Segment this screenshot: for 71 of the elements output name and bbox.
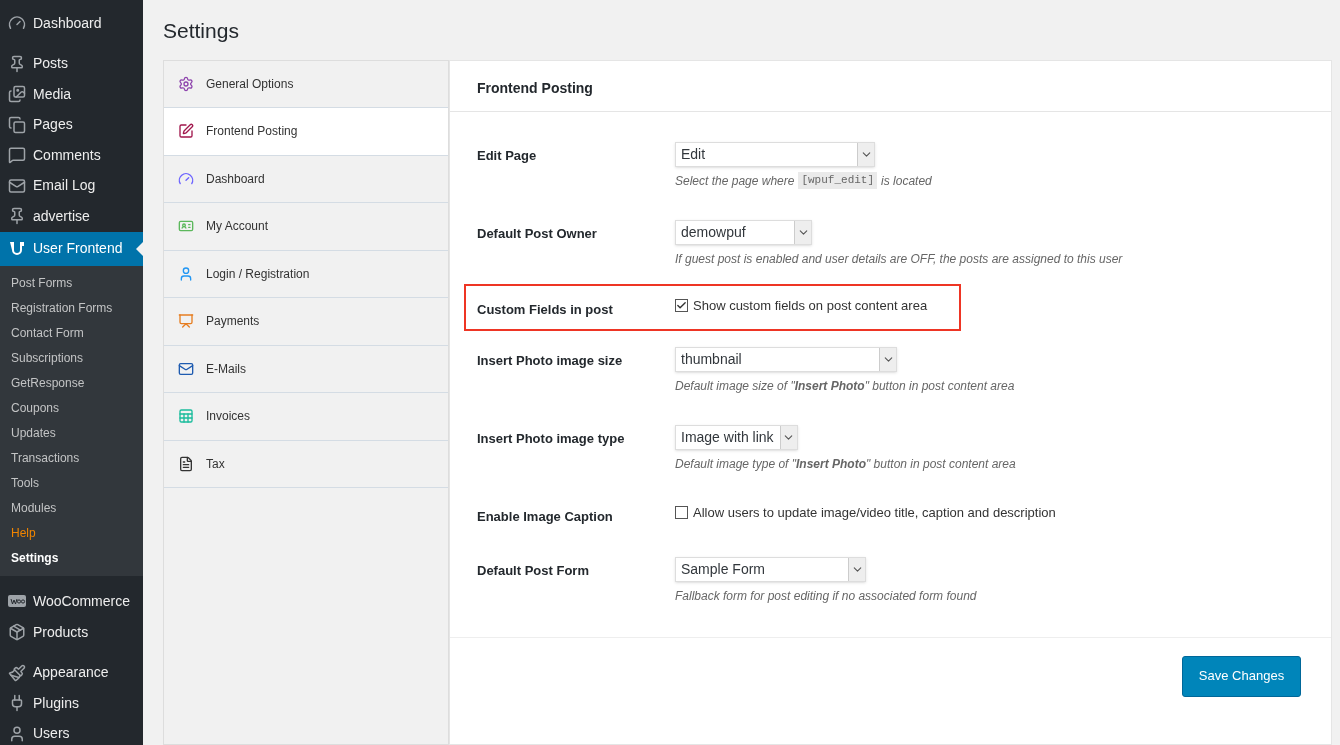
field-label: Insert Photo image size — [477, 352, 624, 370]
submenu-item[interactable]: Help — [0, 520, 143, 546]
woo-logo-icon — [8, 594, 26, 609]
images-icon — [8, 85, 26, 104]
sidebar-item[interactable]: Media — [0, 79, 143, 110]
sidebar-item[interactable]: Dashboard — [0, 8, 143, 39]
payment-board-icon — [178, 313, 194, 330]
submenu-item[interactable]: Modules — [0, 495, 143, 521]
section-title: Frontend Posting — [450, 60, 1331, 112]
dropdown-select[interactable]: Edit — [675, 141, 875, 167]
field-label: Insert Photo image type — [477, 430, 626, 448]
save-changes-button[interactable]: Save Changes — [1182, 655, 1301, 697]
sidebar-item[interactable]: advertise — [0, 201, 143, 232]
checkbox[interactable] — [675, 298, 688, 312]
field-label: Edit Page — [477, 146, 538, 165]
edit-icon — [178, 123, 194, 140]
document-icon — [178, 455, 194, 472]
submenu-item[interactable]: Subscriptions — [0, 345, 143, 371]
pin-icon — [8, 207, 26, 226]
dropdown-select[interactable]: thumbnail — [675, 347, 897, 372]
dropdown-select[interactable]: Image with link — [675, 425, 798, 450]
sidebar-item[interactable]: Posts — [0, 48, 143, 79]
current-pointer-icon — [136, 241, 143, 256]
page-title: Settings — [163, 18, 240, 44]
pages-icon — [8, 115, 26, 134]
envelope-icon — [178, 360, 194, 377]
submenu-item[interactable]: Contact Form — [0, 320, 143, 346]
field-description: If guest post is enabled and user details are OFF, the posts are assigned to this user — [675, 250, 1123, 268]
sidebar-item[interactable]: Plugins — [0, 688, 143, 719]
checkbox-label: Show custom fields on post content area — [693, 296, 928, 315]
gear-icon — [178, 75, 194, 92]
submenu-item[interactable]: GetResponse — [0, 370, 143, 396]
checkbox-label: Allow users to update image/video title, caption and description — [693, 504, 1056, 522]
field-label: Enable Image Caption — [477, 508, 614, 526]
settings-tab[interactable]: Frontend Posting — [164, 108, 448, 156]
envelope-icon — [8, 176, 26, 195]
submenu-item[interactable]: Tools — [0, 470, 143, 496]
submenu-item[interactable]: Settings — [0, 545, 143, 571]
paintbrush-icon — [8, 663, 26, 682]
person-icon — [178, 265, 194, 282]
field-description: Default image size of "Insert Photo" button in post content area — [675, 378, 1015, 395]
sidebar-item[interactable]: Pages — [0, 109, 143, 140]
sidebar-item[interactable]: Comments — [0, 140, 143, 171]
gauge-icon — [178, 170, 194, 187]
check-icon — [676, 299, 687, 311]
speech-bubble-icon — [8, 146, 26, 165]
checkbox[interactable] — [675, 506, 688, 520]
submenu-item[interactable]: Coupons — [0, 395, 143, 421]
submenu-item[interactable]: Registration Forms — [0, 295, 143, 321]
field-label: Default Post Form — [477, 561, 590, 580]
dropdown-select[interactable]: demowpuf — [675, 219, 812, 245]
submenu-item[interactable]: Updates — [0, 420, 143, 446]
sidebar-item[interactable]: User Frontend — [0, 231, 143, 266]
sidebar-item[interactable]: Appearance — [0, 657, 143, 688]
field-description: Default image type of "Insert Photo" button in post content area — [675, 456, 1016, 473]
sidebar-item[interactable]: Email Log — [0, 170, 143, 201]
field-description: Fallback form for post editing if no associated form found — [675, 587, 977, 605]
field-label: Custom Fields in post — [477, 300, 614, 319]
dropdown-select[interactable]: Sample Form — [675, 556, 866, 582]
sidebar-item[interactable]: Users — [0, 718, 143, 745]
sidebar-item[interactable]: Products — [0, 617, 143, 648]
box-icon — [8, 623, 26, 642]
sidebar-item[interactable]: WooCommerce — [0, 586, 143, 617]
pin-icon — [8, 54, 26, 73]
u-logo-icon — [8, 239, 26, 258]
spreadsheet-icon — [178, 408, 194, 425]
field-label: Default Post Owner — [477, 224, 598, 243]
person-icon — [8, 724, 26, 743]
submenu-item[interactable]: Post Forms — [0, 270, 143, 296]
submenu-item[interactable]: Transactions — [0, 445, 143, 471]
field-description: Select the page where [wpuf_edit] is located — [675, 171, 932, 190]
